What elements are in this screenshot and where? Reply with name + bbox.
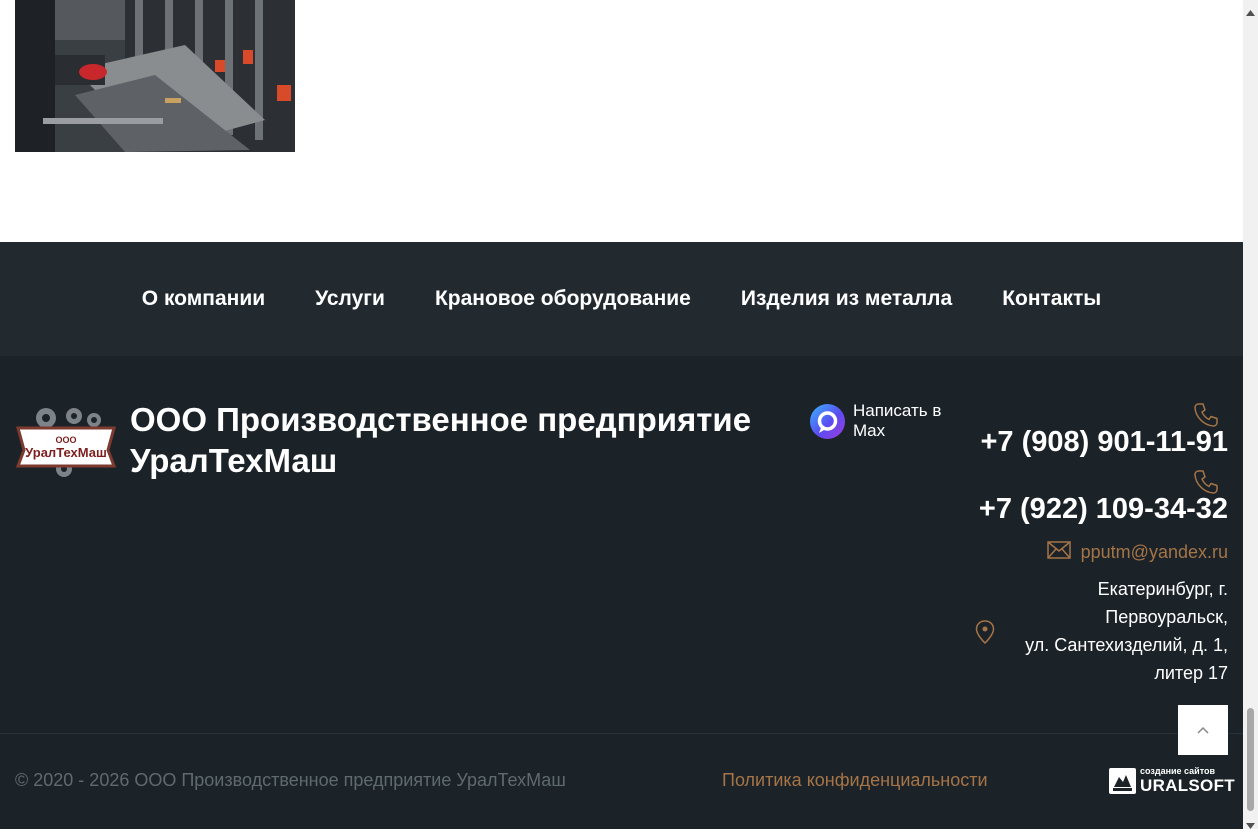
nav-item-about[interactable]: О компании xyxy=(142,287,265,311)
phone-icon xyxy=(1193,469,1219,495)
footer: ООО УралТехМаш ООО Производственное пред… xyxy=(0,356,1243,829)
uralsoft-tagline: создание сайтов xyxy=(1140,766,1216,776)
email-link[interactable]: pputm@yandex.ru xyxy=(1081,542,1228,563)
phone-icon xyxy=(1193,402,1219,428)
copyright: © 2020 - 2026 ООО Производственное предп… xyxy=(15,770,566,790)
uralsoft-logo-icon xyxy=(1109,768,1136,799)
uralsoft-developer-link[interactable]: создание сайтов URALSOFT xyxy=(1109,766,1235,799)
scroll-to-top-button[interactable] xyxy=(1178,705,1228,755)
logo-text-top: ООО xyxy=(55,435,76,445)
phone-link-1[interactable]: +7 (908) 901-11-91 xyxy=(981,426,1229,459)
company-logo[interactable]: ООО УралТехМаш xyxy=(15,406,117,481)
address: Екатеринбург, г. Первоуральск, ул. Санте… xyxy=(988,575,1228,687)
mail-icon xyxy=(1046,540,1071,564)
max-messenger-link[interactable]: Написать в Max xyxy=(810,401,970,441)
nav-item-services[interactable]: Услуги xyxy=(315,287,385,311)
phone-link-2[interactable]: +7 (922) 109-34-32 xyxy=(979,493,1228,526)
nav-item-cranes[interactable]: Крановое оборудование xyxy=(435,287,691,311)
footer-nav: О компании Услуги Крановое оборудование … xyxy=(0,242,1243,356)
scroll-up-arrow-icon[interactable] xyxy=(1246,3,1255,21)
scrollbar-thumb[interactable] xyxy=(1247,708,1254,811)
page-scrollbar[interactable] xyxy=(1243,0,1258,829)
uralsoft-name: URALSOFT xyxy=(1140,776,1235,795)
company-name: ООО Производственное предприятие УралТех… xyxy=(130,401,752,479)
address-line: литер 17 xyxy=(1154,663,1228,683)
chevron-up-icon xyxy=(1197,721,1209,739)
privacy-policy-link[interactable]: Политика конфиденциальности xyxy=(722,770,988,791)
max-messenger-label: Написать в Max xyxy=(853,401,942,440)
scroll-down-arrow-icon[interactable] xyxy=(1246,816,1255,834)
address-line: Екатеринбург, г. xyxy=(1097,579,1228,599)
email-row: pputm@yandex.ru xyxy=(1046,540,1228,564)
address-line: ул. Сантехизделий, д. 1, xyxy=(1025,635,1228,655)
max-messenger-icon xyxy=(810,404,845,439)
address-line: Первоуральск, xyxy=(1105,607,1228,627)
footer-divider xyxy=(0,733,1243,734)
metal-bending-photo xyxy=(15,0,295,152)
content-area xyxy=(0,0,1243,242)
nav-item-contacts[interactable]: Контакты xyxy=(1002,287,1101,311)
logo-text-main: УралТехМаш xyxy=(25,445,107,460)
nav-item-metal-products[interactable]: Изделия из металла xyxy=(741,287,952,311)
